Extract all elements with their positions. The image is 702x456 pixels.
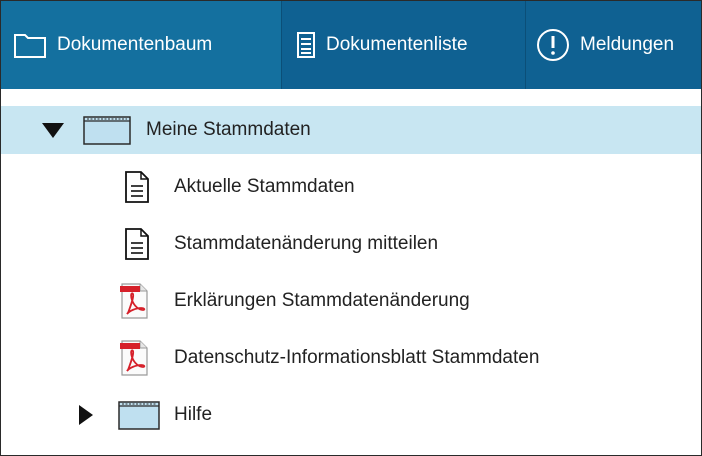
list-document-icon [296,31,316,59]
tree-item-erklaerungen-stammdatenaenderung[interactable]: Erklärungen Stammdatenänderung [1,277,701,325]
pdf-icon [119,340,149,381]
tab-label: Meldungen [580,34,675,55]
expand-caret-icon[interactable] [42,123,64,138]
folder-icon [83,115,131,150]
tab-label: Dokumentenbaum [57,34,213,55]
tab-meldungen[interactable]: Meldungen [526,1,701,89]
tab-label: Dokumentenliste [326,34,468,55]
tree-item-aktuelle-stammdaten[interactable]: Aktuelle Stammdaten [1,163,701,211]
folder-icon [118,400,160,435]
tab-dokumentenliste[interactable]: Dokumentenliste [282,1,526,89]
folder-label: Meine Stammdaten [146,119,311,140]
pdf-icon [119,283,149,324]
document-icon [124,171,150,208]
item-label: Aktuelle Stammdaten [174,176,355,197]
item-label: Erklärungen Stammdatenänderung [174,290,470,311]
exclamation-circle-icon [536,28,570,62]
item-label: Stammdatenänderung mitteilen [174,233,439,254]
tree-folder-hilfe[interactable]: Hilfe [1,391,701,439]
tab-bar: Dokumentenbaum Dokumentenliste Meldungen [1,1,701,89]
document-panel: Dokumentenbaum Dokumentenliste Meldungen… [0,0,702,456]
folder-outline-icon [13,31,47,59]
tab-dokumentenbaum[interactable]: Dokumentenbaum [1,1,282,89]
folder-label: Hilfe [174,404,213,425]
item-label: Datenschutz-Informationsblatt Stammdaten [174,347,540,368]
tree-folder-meine-stammdaten[interactable]: Meine Stammdaten [1,106,701,154]
tree-item-stammdatenaenderung-mitteilen[interactable]: Stammdatenänderung mitteilen [1,220,701,268]
expand-caret-icon[interactable] [79,405,93,425]
tree-item-datenschutz-informationsblatt[interactable]: Datenschutz-Informationsblatt Stammdaten [1,334,701,382]
document-icon [124,228,150,265]
